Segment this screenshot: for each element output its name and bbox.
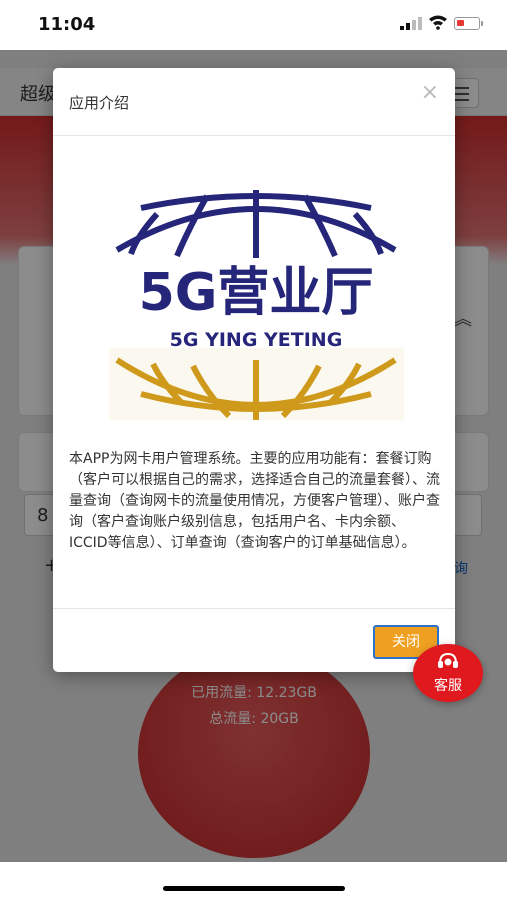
battery-icon	[454, 17, 483, 30]
cellular-signal-icon	[400, 17, 422, 30]
close-icon[interactable]: ×	[421, 80, 439, 105]
home-indicator[interactable]	[163, 886, 345, 891]
headset-icon	[438, 652, 458, 668]
logo-sub-text: 5G YING YETING	[170, 329, 343, 351]
modal-header: 应用介绍 ×	[53, 68, 455, 136]
5g-logo: 5G营业厅 5G YING YETING	[97, 188, 415, 420]
bottom-safe-area	[0, 862, 507, 900]
status-bar: 11:04	[0, 0, 507, 50]
modal-description: 本APP为网卡用户管理系统。主要的应用功能有：套餐订购（客户可以根据自己的需求，…	[69, 451, 440, 551]
customer-service-button[interactable]: 客服	[413, 644, 483, 702]
wifi-icon	[429, 15, 447, 30]
status-time: 11:04	[38, 14, 96, 35]
modal-title: 应用介绍	[69, 94, 130, 112]
app-intro-modal: 应用介绍 × 5G营业厅 5G YING YETING 本APP为网卡用户管理系…	[53, 68, 455, 672]
customer-service-label: 客服	[434, 678, 462, 694]
logo-main-text: 5G营业厅	[139, 263, 374, 323]
modal-footer: 关闭	[53, 608, 455, 672]
globe-logo-graphic: 5G营业厅 5G YING YETING	[115, 190, 397, 420]
